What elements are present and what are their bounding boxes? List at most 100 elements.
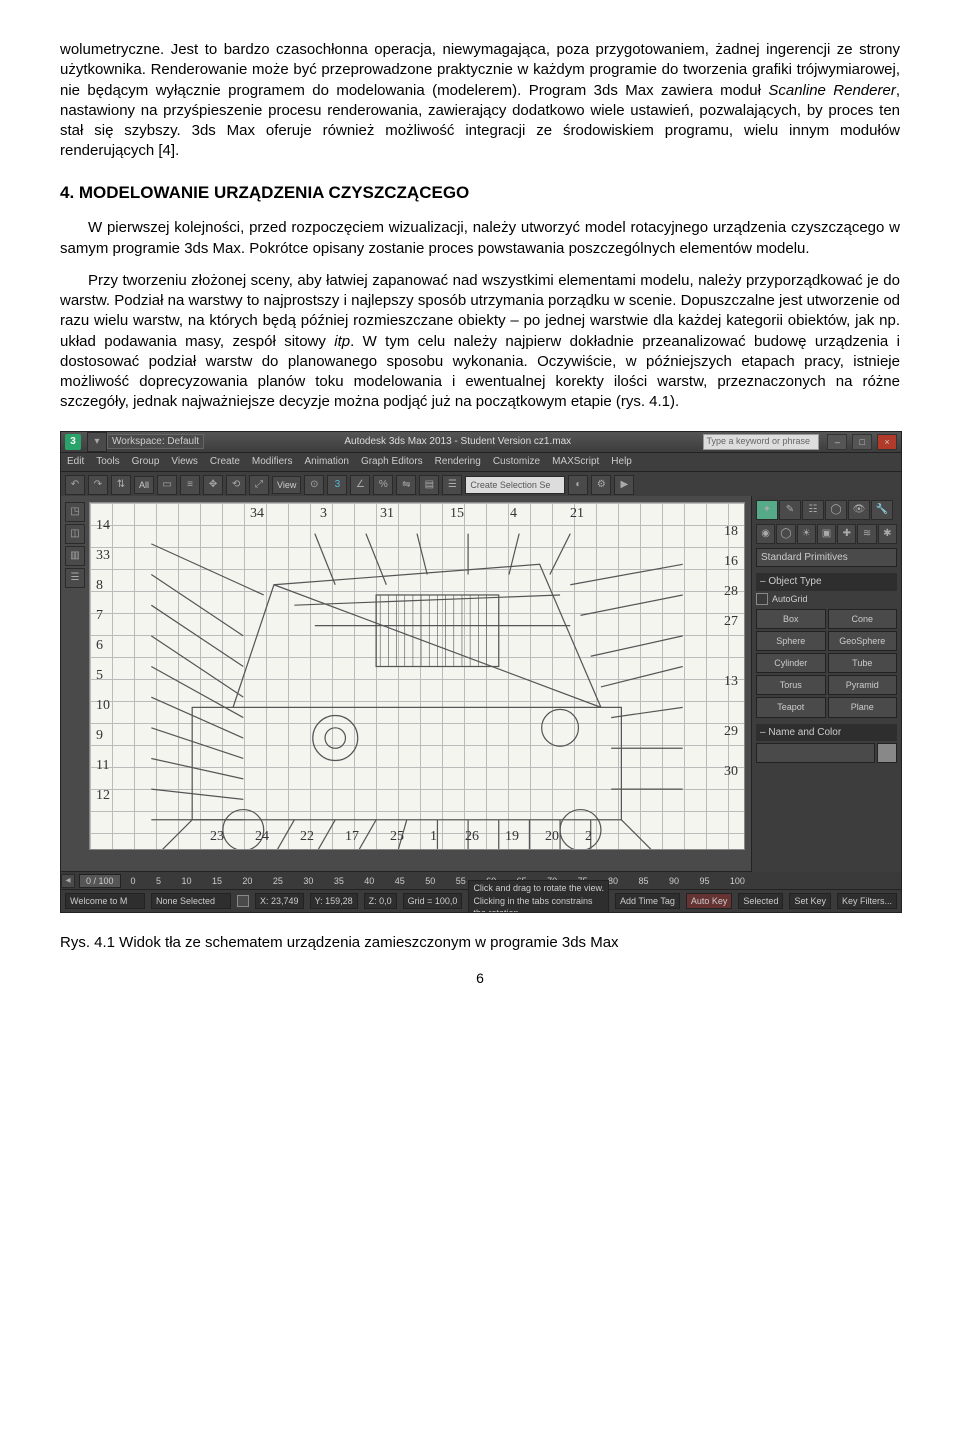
- menu-tools[interactable]: Tools: [96, 455, 119, 469]
- vp-tool-1-icon[interactable]: ◳: [65, 502, 85, 522]
- timeline-toggle-icon[interactable]: ◂: [61, 874, 75, 888]
- maximize-icon[interactable]: □: [852, 434, 872, 450]
- callout-7: 7: [96, 607, 103, 626]
- cone-button[interactable]: Cone: [828, 609, 898, 629]
- modify-tab-icon[interactable]: ✎: [779, 500, 801, 520]
- select-icon[interactable]: ▭: [157, 475, 177, 495]
- utilities-tab-icon[interactable]: 🔧: [871, 500, 893, 520]
- key-mode-dropdown[interactable]: Selected: [738, 893, 783, 909]
- menu-graph-editors[interactable]: Graph Editors: [361, 455, 423, 469]
- mirror-icon[interactable]: ⇋: [396, 475, 416, 495]
- perspective-viewport[interactable]: 14 33 8 7 6 5 10 9 11 12 34 3 31 15 4 21…: [89, 502, 745, 850]
- primitive-type-dropdown[interactable]: Standard Primitives: [756, 548, 897, 568]
- close-icon[interactable]: ×: [877, 434, 897, 450]
- coord-y[interactable]: Y: 159,28: [310, 893, 358, 909]
- viewport-area: ◳ ◫ ▥ ☰: [61, 496, 751, 872]
- coord-z[interactable]: Z: 0,0: [364, 893, 397, 909]
- percent-snap-icon[interactable]: %: [373, 475, 393, 495]
- app-menu-icon[interactable]: ▾: [87, 432, 107, 452]
- link-icon[interactable]: ⇅: [111, 475, 131, 495]
- object-type-rollout[interactable]: – Object Type: [756, 573, 897, 591]
- menu-help[interactable]: Help: [611, 455, 632, 469]
- undo-icon[interactable]: ↶: [65, 475, 85, 495]
- select-name-icon[interactable]: ≡: [180, 475, 200, 495]
- align-icon[interactable]: ▤: [419, 475, 439, 495]
- render-icon[interactable]: ▶: [614, 475, 634, 495]
- redo-icon[interactable]: ↷: [88, 475, 108, 495]
- scale-icon[interactable]: ⤢: [249, 475, 269, 495]
- pivot-icon[interactable]: ⊙: [304, 475, 324, 495]
- torus-button[interactable]: Torus: [756, 675, 826, 695]
- selection-filter-dropdown[interactable]: All: [134, 476, 154, 494]
- object-color-swatch[interactable]: [877, 743, 897, 763]
- snap-icon[interactable]: 3: [327, 475, 347, 495]
- shapes-icon[interactable]: ◯: [776, 524, 795, 544]
- menu-modifiers[interactable]: Modifiers: [252, 455, 293, 469]
- paragraph-2: W pierwszej kolejności, przed rozpoczęci…: [60, 218, 900, 259]
- named-selection-input[interactable]: Create Selection Se: [465, 476, 565, 494]
- menu-rendering[interactable]: Rendering: [435, 455, 481, 469]
- display-tab-icon[interactable]: 👁: [848, 500, 870, 520]
- pyramid-button[interactable]: Pyramid: [828, 675, 898, 695]
- teapot-button[interactable]: Teapot: [756, 697, 826, 717]
- autogrid-label: AutoGrid: [772, 593, 808, 605]
- paragraph-3: Przy tworzeniu złożonej sceny, aby łatwi…: [60, 271, 900, 413]
- key-filters-button[interactable]: Key Filters...: [837, 893, 897, 909]
- vp-tool-3-icon[interactable]: ▥: [65, 546, 85, 566]
- angle-snap-icon[interactable]: ∠: [350, 475, 370, 495]
- name-color-rollout[interactable]: – Name and Color: [756, 724, 897, 742]
- menu-views[interactable]: Views: [171, 455, 198, 469]
- add-time-tag[interactable]: Add Time Tag: [615, 893, 680, 909]
- callout-25: 25: [390, 828, 404, 847]
- help-search-input[interactable]: Type a keyword or phrase: [703, 434, 819, 450]
- timeline-ticks: 0 5 10 15 20 25 30 35 40 45 50 55 60 65 …: [125, 875, 751, 887]
- menu-animation[interactable]: Animation: [304, 455, 348, 469]
- menu-group[interactable]: Group: [132, 455, 160, 469]
- layers-icon[interactable]: ☰: [442, 475, 462, 495]
- lights-icon[interactable]: ☀: [797, 524, 816, 544]
- systems-icon[interactable]: ✱: [878, 524, 897, 544]
- autogrid-checkbox[interactable]: [756, 593, 768, 605]
- workspace-dropdown[interactable]: Workspace: Default: [107, 434, 204, 450]
- spacewarps-icon[interactable]: ≋: [857, 524, 876, 544]
- selection-lock-icon[interactable]: [237, 895, 249, 907]
- menu-customize[interactable]: Customize: [493, 455, 540, 469]
- sphere-button[interactable]: Sphere: [756, 631, 826, 651]
- material-editor-icon[interactable]: ◐: [568, 475, 588, 495]
- callout-15: 15: [450, 505, 464, 524]
- set-key-button[interactable]: Set Key: [789, 893, 831, 909]
- vp-tool-2-icon[interactable]: ◫: [65, 524, 85, 544]
- tube-button[interactable]: Tube: [828, 653, 898, 673]
- minimize-icon[interactable]: –: [827, 434, 847, 450]
- box-button[interactable]: Box: [756, 609, 826, 629]
- menu-create[interactable]: Create: [210, 455, 240, 469]
- object-name-input[interactable]: [756, 743, 875, 763]
- create-tab-icon[interactable]: ✦: [756, 500, 778, 520]
- figure-caption: Rys. 4.1 Widok tła ze schematem urządzen…: [60, 933, 900, 953]
- callout-24: 24: [255, 828, 269, 847]
- hierarchy-tab-icon[interactable]: ☷: [802, 500, 824, 520]
- cameras-icon[interactable]: ▣: [817, 524, 836, 544]
- app-logo-icon[interactable]: 3: [65, 434, 81, 450]
- motion-tab-icon[interactable]: ◯: [825, 500, 847, 520]
- maxscript-mini-listener[interactable]: Welcome to M: [65, 893, 145, 909]
- frame-indicator[interactable]: 0 / 100: [79, 874, 121, 888]
- callout-8: 8: [96, 577, 103, 596]
- rotate-icon[interactable]: ⟲: [226, 475, 246, 495]
- menu-edit[interactable]: Edit: [67, 455, 84, 469]
- plane-button[interactable]: Plane: [828, 697, 898, 717]
- geometry-icon[interactable]: ◉: [756, 524, 775, 544]
- callout-29: 29: [724, 723, 738, 742]
- helpers-icon[interactable]: ✚: [837, 524, 856, 544]
- move-icon[interactable]: ✥: [203, 475, 223, 495]
- vp-tool-4-icon[interactable]: ☰: [65, 568, 85, 588]
- render-setup-icon[interactable]: ⚙: [591, 475, 611, 495]
- create-subtabs: ◉ ◯ ☀ ▣ ✚ ≋ ✱: [756, 524, 897, 544]
- geosphere-button[interactable]: GeoSphere: [828, 631, 898, 651]
- auto-key-button[interactable]: Auto Key: [686, 893, 733, 909]
- menu-maxscript[interactable]: MAXScript: [552, 455, 599, 469]
- time-slider[interactable]: ◂ 0 / 100 0 5 10 15 20 25 30 35 40 45 50…: [61, 871, 751, 890]
- ref-coord-dropdown[interactable]: View: [272, 476, 301, 494]
- coord-x[interactable]: X: 23,749: [255, 893, 304, 909]
- cylinder-button[interactable]: Cylinder: [756, 653, 826, 673]
